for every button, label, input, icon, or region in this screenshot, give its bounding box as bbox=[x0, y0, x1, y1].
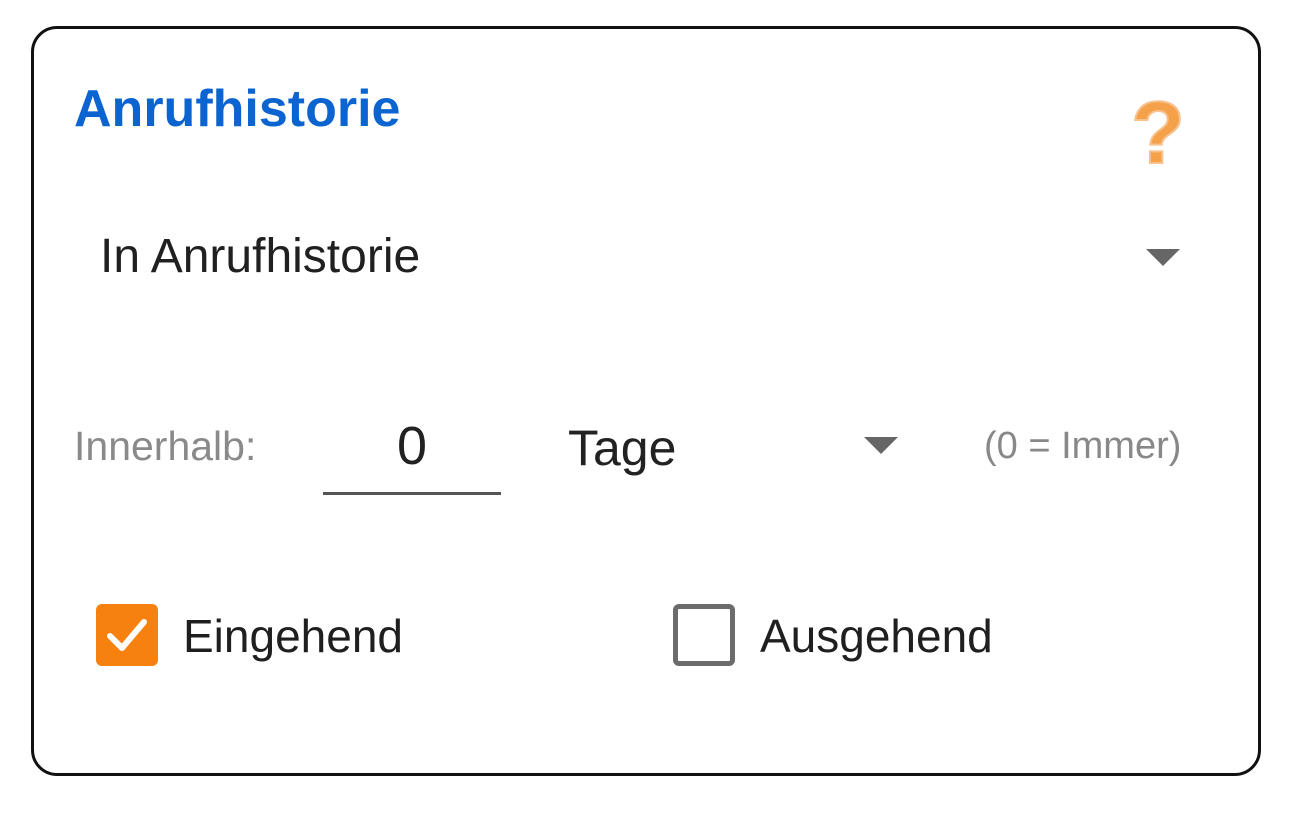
question-mark-icon[interactable]: ? bbox=[1127, 88, 1189, 178]
days-input[interactable]: 0 bbox=[323, 411, 501, 495]
always-hint: (0 = Immer) bbox=[984, 425, 1182, 467]
card-title: Anrufhistorie bbox=[74, 80, 401, 138]
dropdown-caret-icon bbox=[864, 437, 898, 454]
within-label: Innerhalb: bbox=[74, 423, 257, 469]
call-history-filter-value: In Anrufhistorie bbox=[100, 230, 421, 283]
checkmark-icon bbox=[107, 619, 147, 651]
dropdown-caret-icon bbox=[1146, 249, 1180, 266]
time-unit-value: Tage bbox=[568, 420, 677, 476]
checkbox-unchecked-icon bbox=[673, 604, 735, 666]
time-unit-dropdown[interactable]: Tage bbox=[568, 413, 898, 483]
checkbox-checked-icon bbox=[96, 604, 158, 666]
days-input-value: 0 bbox=[396, 416, 428, 476]
call-history-filter-dropdown[interactable]: In Anrufhistorie bbox=[100, 225, 1180, 289]
incoming-label: Eingehend bbox=[183, 610, 403, 662]
call-history-card: Anrufhistorie ? In Anrufhistorie Innerha… bbox=[31, 26, 1261, 776]
outgoing-label: Ausgehend bbox=[760, 610, 993, 662]
